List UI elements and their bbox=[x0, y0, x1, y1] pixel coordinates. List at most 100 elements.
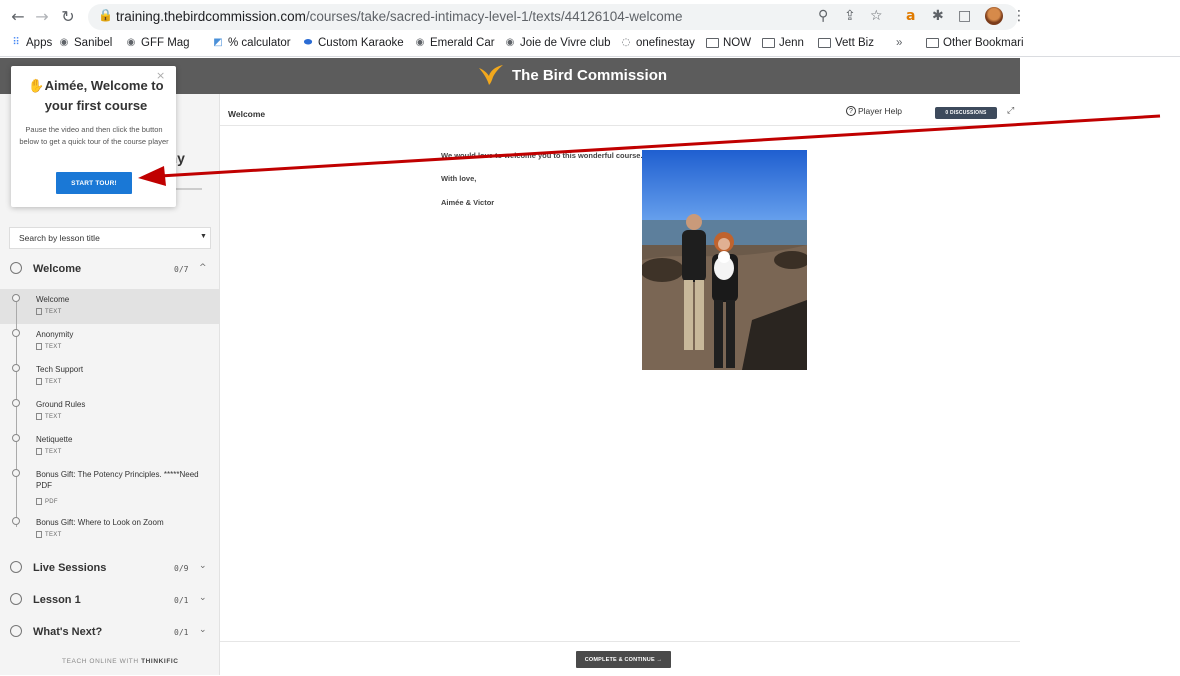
lesson-status-circle bbox=[12, 294, 20, 302]
lesson-title: Tech Support bbox=[36, 365, 84, 374]
lesson-status-circle bbox=[12, 364, 20, 372]
close-icon[interactable]: × bbox=[156, 69, 165, 82]
folder-icon bbox=[926, 38, 939, 48]
bookmark-onefinestay[interactable]: ◌ onefinestay bbox=[620, 37, 695, 49]
bookmark-emerald-car[interactable]: ◉ Emerald Car bbox=[414, 37, 495, 49]
url-domain: training.thebirdcommission.com bbox=[116, 9, 306, 24]
globe-icon: ◉ bbox=[415, 37, 425, 48]
text-doc-icon bbox=[36, 343, 42, 350]
chapter-count: 0/1 bbox=[174, 628, 189, 637]
bookmark-calculator[interactable]: ◩% calculator bbox=[212, 37, 290, 49]
lock-icon[interactable]: 🔒 bbox=[98, 8, 113, 22]
chevron-down-icon[interactable]: ⌄ bbox=[199, 625, 207, 635]
text-doc-icon bbox=[36, 531, 42, 538]
url-text[interactable]: training.thebirdcommission.com/courses/t… bbox=[116, 9, 683, 24]
chevron-up-icon[interactable]: ^ bbox=[199, 263, 207, 273]
lesson-title: Welcome bbox=[36, 295, 70, 304]
lesson-title: Bonus Gift: Where to Look on Zoom bbox=[36, 518, 164, 527]
onefinestay-icon: ◌ bbox=[621, 37, 631, 48]
bookmark-apps[interactable]: ⠿ Apps bbox=[10, 37, 52, 49]
globe-icon: ◉ bbox=[505, 37, 515, 48]
lesson-title: Bonus Gift: The Potency Principles. ****… bbox=[36, 470, 199, 490]
text-doc-icon bbox=[36, 448, 42, 455]
thinkific-footer[interactable]: TEACH ONLINE WITH THINKIFIC bbox=[62, 658, 179, 665]
lesson-search-placeholder: Search by lesson title bbox=[19, 233, 100, 243]
start-tour-button[interactable]: START TOUR! bbox=[56, 172, 132, 194]
chevron-down-icon[interactable]: ⌄ bbox=[199, 561, 207, 571]
bookmark-folder-vett-biz[interactable]: Vett Biz bbox=[818, 37, 874, 49]
bookmark-gff-mag[interactable]: ◉ GFF Mag bbox=[125, 37, 190, 49]
lesson-title: Ground Rules bbox=[36, 400, 86, 409]
globe-icon: ◉ bbox=[126, 37, 136, 48]
bookmark-folder-jenn[interactable]: Jenn bbox=[762, 37, 804, 49]
extensions-puzzle-icon[interactable]: ✱ bbox=[932, 8, 944, 24]
back-icon[interactable]: ← bbox=[8, 7, 28, 27]
bookmark-folder-now[interactable]: NOW bbox=[706, 37, 751, 49]
lesson-type: TEXT bbox=[36, 413, 62, 420]
forward-icon[interactable]: → bbox=[32, 7, 52, 27]
lesson-type: PDF bbox=[36, 498, 58, 505]
globe-icon: ◉ bbox=[59, 37, 69, 48]
lesson-title: Anonymity bbox=[36, 330, 74, 339]
lesson-type: TEXT bbox=[36, 448, 62, 455]
brand-name: The Bird Commission bbox=[512, 66, 668, 84]
folder-icon bbox=[762, 38, 775, 48]
bookmark-sanibel[interactable]: ◉ Sanibel bbox=[58, 37, 113, 49]
menu-dots-icon[interactable]: ⋮ bbox=[1012, 8, 1026, 24]
zoom-icon[interactable]: ⚲ bbox=[818, 8, 828, 24]
chapter-count: 0/7 bbox=[174, 265, 189, 274]
apps-grid-icon: ⠿ bbox=[12, 37, 20, 48]
expand-icon[interactable]: ⤢ bbox=[1007, 106, 1014, 116]
reload-icon[interactable]: ↻ bbox=[58, 7, 78, 27]
help-circle-icon: ? bbox=[846, 106, 856, 116]
lesson-item-tech-support[interactable] bbox=[0, 362, 219, 392]
chapter-status-circle bbox=[10, 625, 22, 637]
profile-avatar[interactable] bbox=[985, 7, 1003, 25]
bookmark-star-icon[interactable]: ☆ bbox=[870, 8, 883, 24]
lesson-title: Netiquette bbox=[36, 435, 73, 444]
lesson-item-ground-rules[interactable] bbox=[0, 397, 219, 427]
lesson-item-anonymity[interactable] bbox=[0, 327, 219, 357]
couple-photo bbox=[642, 150, 807, 370]
lesson-status-circle bbox=[12, 329, 20, 337]
popup-body-text: Pause the video and then click the butto… bbox=[19, 125, 169, 146]
lesson-type: TEXT bbox=[36, 308, 62, 315]
bookmark-joie-de-vivre[interactable]: ◉ Joie de Vivre club bbox=[504, 37, 611, 49]
player-help-link[interactable]: ? Player Help bbox=[846, 106, 902, 116]
bookmark-other[interactable]: Other Bookmari bbox=[926, 37, 1024, 49]
sign-off: With love, bbox=[441, 174, 477, 183]
chapter-title: Live Sessions bbox=[33, 562, 107, 574]
caret-down-icon[interactable]: ▼ bbox=[200, 233, 207, 240]
amazon-extension-icon[interactable]: a bbox=[906, 8, 915, 24]
lesson-type: TEXT bbox=[36, 378, 62, 385]
pdf-doc-icon bbox=[36, 498, 42, 505]
site-brand[interactable]: The Bird Commission bbox=[478, 64, 667, 86]
chapter-status-circle bbox=[10, 262, 22, 274]
bookmarks-overflow[interactable]: » bbox=[896, 37, 902, 49]
lesson-type: TEXT bbox=[36, 531, 62, 538]
bookmark-custom-karaoke[interactable]: ⬬ Custom Karaoke bbox=[302, 37, 404, 49]
lesson-item-netiquette[interactable] bbox=[0, 432, 219, 462]
bird-logo-icon bbox=[479, 65, 503, 85]
share-icon[interactable]: ⇪ bbox=[844, 8, 856, 24]
lesson-status-circle bbox=[12, 434, 20, 442]
chapter-count: 0/1 bbox=[174, 596, 189, 605]
text-doc-icon bbox=[36, 413, 42, 420]
karaoke-icon: ⬬ bbox=[303, 37, 313, 48]
lesson-status-circle bbox=[12, 469, 20, 477]
popup-title: ✋Aimée, Welcome to your first course bbox=[28, 78, 164, 113]
folder-icon bbox=[706, 38, 719, 48]
discussions-button[interactable]: 0 DISCUSSIONS bbox=[935, 107, 997, 119]
lesson-page-title: Welcome bbox=[228, 109, 266, 119]
chapter-title: Welcome bbox=[33, 263, 82, 275]
chevron-down-icon[interactable]: ⌄ bbox=[199, 593, 207, 603]
side-panel-icon[interactable]: □ bbox=[958, 8, 971, 24]
waving-hand-icon: ✋ bbox=[28, 79, 45, 94]
chapter-count: 0/9 bbox=[174, 564, 189, 573]
complete-continue-button[interactable]: COMPLETE & CONTINUE → bbox=[576, 651, 671, 668]
text-doc-icon bbox=[36, 308, 42, 315]
lesson-status-circle bbox=[12, 517, 20, 525]
welcome-message: We would love to welcome you to this won… bbox=[441, 151, 643, 160]
lesson-item-welcome[interactable] bbox=[0, 292, 219, 322]
lesson-type: TEXT bbox=[36, 343, 62, 350]
